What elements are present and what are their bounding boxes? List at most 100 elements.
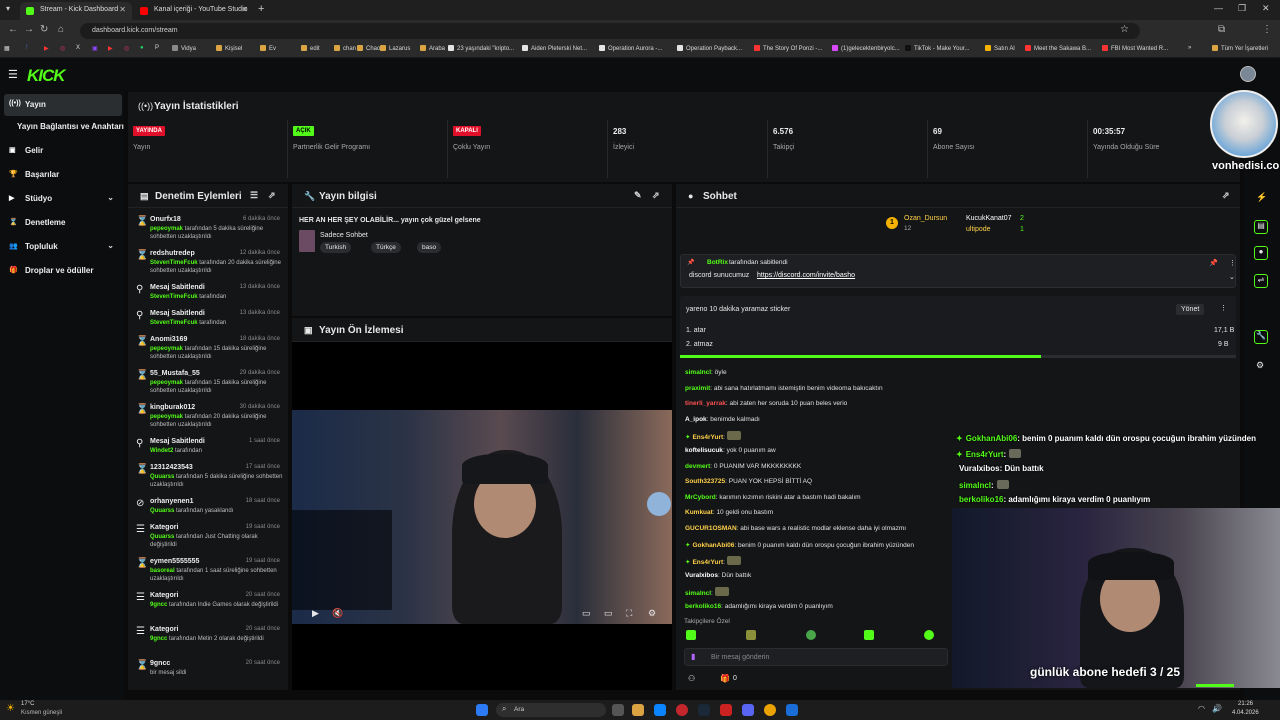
volume-icon[interactable]: 🔊: [1212, 704, 1222, 713]
pip-icon[interactable]: ▭: [582, 608, 591, 619]
maximize-icon[interactable]: ❐: [1238, 3, 1246, 14]
fullscreen-icon[interactable]: ⛶: [626, 608, 632, 619]
poll-option[interactable]: 1. atar: [686, 327, 706, 334]
back-icon[interactable]: ←: [8, 24, 18, 35]
moderator-name[interactable]: 9gncc: [150, 602, 167, 608]
bookmark-item[interactable]: Kişisel: [216, 45, 242, 52]
bookmark-item[interactable]: Ev: [260, 45, 276, 52]
bookmark-item[interactable]: Lazarus: [380, 45, 410, 52]
rail-chat-icon[interactable]: ●: [1254, 246, 1268, 260]
bookmark-item[interactable]: Satın Al: [985, 45, 1015, 52]
sidebar-item-6[interactable]: 👥 Topluluk ⌄: [0, 236, 124, 258]
stream-video[interactable]: ▶ 🔇 ▭ ▭ ⛶ ⚙: [292, 410, 672, 624]
moderator-name[interactable]: pepeoymak: [150, 226, 183, 232]
tab-search-icon[interactable]: ▾: [6, 4, 10, 13]
chat-username[interactable]: berkoliko16: [685, 603, 721, 610]
forward-icon[interactable]: →: [24, 24, 34, 35]
channel-points-icon[interactable]: ⚇: [688, 674, 695, 683]
url-input[interactable]: dashboard.kick.com/stream: [80, 23, 1140, 39]
clock-time[interactable]: 21:26: [1238, 701, 1253, 707]
moderator-name[interactable]: Quuarss: [150, 534, 174, 540]
app-icon[interactable]: [676, 704, 688, 716]
steam-icon[interactable]: [698, 704, 710, 716]
minimize-icon[interactable]: —: [1214, 3, 1223, 13]
sidebar-item-1[interactable]: Yayın Bağlantısı ve Anahtarı: [0, 116, 124, 138]
bookmark-icon[interactable]: ●: [140, 45, 144, 51]
chat-username[interactable]: GokhanAbi06: [692, 542, 734, 549]
apps-icon[interactable]: ▦: [4, 45, 10, 52]
tag-chip[interactable]: baso: [417, 242, 442, 253]
moderation-entry[interactable]: ⌛ Onurfx18 6 dakika önce pepeoymak tarafınd…: [128, 214, 288, 248]
poll-menu-icon[interactable]: ⋮: [1220, 304, 1227, 312]
instagram-bookmark-icon[interactable]: ◎: [60, 45, 65, 52]
theater-icon[interactable]: ▭: [604, 608, 613, 619]
play-icon[interactable]: ▶: [312, 608, 319, 619]
app-icon[interactable]: [720, 704, 732, 716]
popout-icon[interactable]: ⇗: [1222, 190, 1230, 201]
moderation-entry[interactable]: ⌛ 9gncc 20 saat önce bir mesaj sildi: [128, 658, 288, 690]
browser-tab-kick[interactable]: Stream - Kick Dashboard ✕: [20, 2, 132, 20]
bookmark-item[interactable]: chan: [334, 45, 356, 52]
chat-username[interactable]: simalncl: [685, 369, 711, 376]
extensions-puzzle-icon[interactable]: ⧉: [1218, 24, 1225, 35]
pinned-by[interactable]: BotRix: [707, 259, 728, 266]
emote-icon[interactable]: [924, 630, 934, 640]
moderator-name[interactable]: StevenTimeFcuk: [150, 320, 198, 326]
top-user-name[interactable]: ultipode: [966, 226, 991, 233]
rail-wrench-icon[interactable]: 🔧: [1254, 330, 1268, 344]
close-tab-icon[interactable]: ✕: [241, 5, 248, 14]
settings-gear-icon[interactable]: ⚙: [648, 608, 656, 619]
task-view-icon[interactable]: [612, 704, 624, 716]
moderator-name[interactable]: basoreal: [150, 568, 175, 574]
more-bookmarks-icon[interactable]: »: [1188, 45, 1191, 51]
tag-chip[interactable]: Turkish: [320, 242, 352, 253]
chat-username[interactable]: simalncl: [685, 590, 711, 597]
moderation-entry[interactable]: ⌛ kingburak012 30 dakika önce pepeoymak tar…: [128, 402, 288, 436]
wifi-icon[interactable]: ◠: [1198, 704, 1205, 713]
windows-start-icon[interactable]: [476, 704, 488, 716]
weather-icon[interactable]: ☀: [6, 703, 15, 714]
poll-manage-button[interactable]: Yönet: [1176, 304, 1205, 315]
chat-username[interactable]: MrCybord: [685, 494, 716, 501]
sidebar-item-0[interactable]: ((•)) Yayın: [4, 94, 122, 116]
emote-icon[interactable]: [864, 630, 874, 640]
bookmark-item[interactable]: Operation Aurora -...: [599, 45, 662, 52]
browser-menu-icon[interactable]: ⋮: [1262, 24, 1272, 35]
rail-settings-icon[interactable]: ⇌: [1254, 274, 1268, 288]
moderation-entry[interactable]: ☰ Kategori 20 saat önce 9gncc tarafından In…: [128, 590, 288, 624]
bookmark-item[interactable]: Aiden Pleterski Net...: [522, 45, 587, 52]
moderator-name[interactable]: 9gncc: [150, 636, 167, 642]
top-user-name[interactable]: KucukKanat07: [966, 215, 1012, 222]
bookmark-item[interactable]: Vidya: [172, 45, 196, 52]
chat-username[interactable]: koftelisucuk: [685, 447, 723, 454]
bookmark-icon[interactable]: ◎: [124, 45, 129, 52]
pinned-link[interactable]: https://discord.com/invite/basho: [757, 272, 855, 279]
home-icon[interactable]: ⌂: [58, 24, 64, 35]
moderation-entry[interactable]: ⌛ eymen5555555 19 saat önce basoreal tarafı…: [128, 556, 288, 590]
x-bookmark-icon[interactable]: X: [76, 45, 80, 51]
popout-icon[interactable]: ⇗: [652, 190, 660, 201]
twitch-bookmark-icon[interactable]: ▣: [92, 45, 98, 52]
chat-username[interactable]: GUCUR1OSMAN: [685, 525, 737, 532]
moderator-name[interactable]: StevenTimeFcuk: [150, 260, 198, 266]
edit-icon[interactable]: ✎: [634, 190, 642, 201]
chat-username[interactable]: Kumkuat: [685, 509, 713, 516]
moderator-name[interactable]: StevenTimeFcuk: [150, 294, 198, 300]
sidebar-item-7[interactable]: 🎁 Droplar ve ödüller: [0, 260, 124, 282]
moderation-entry[interactable]: ☰ Kategori 19 saat önce Quuarss tarafından …: [128, 522, 288, 556]
filter-icon[interactable]: ☰: [250, 190, 258, 201]
chat-username[interactable]: Ens4rYurt: [692, 434, 723, 441]
moderation-entry[interactable]: ☰ Kategori 20 saat önce 9gncc tarafından Me…: [128, 624, 288, 658]
chat-username[interactable]: Ens4rYurt: [692, 559, 723, 566]
bookmark-star-icon[interactable]: ☆: [1120, 24, 1129, 35]
lightning-icon[interactable]: ⚡: [1256, 192, 1267, 203]
close-tab-icon[interactable]: ✕: [119, 5, 126, 14]
all-bookmarks[interactable]: Tüm Yer İşaretleri: [1212, 45, 1268, 52]
tag-chip[interactable]: Türkçe: [371, 242, 401, 253]
poll-option[interactable]: 2. atmaz: [686, 341, 713, 348]
moderation-entry[interactable]: ⌛ 55_Mustafa_55 29 dakika önce pepeoymak ta…: [128, 368, 288, 402]
chrome-icon[interactable]: [764, 704, 776, 716]
chat-username[interactable]: A_ipok: [685, 416, 707, 423]
moderation-entry[interactable]: ⌛ 12312423543 17 saat önce Quuarss tarafınd…: [128, 462, 288, 496]
app-icon[interactable]: [654, 704, 666, 716]
